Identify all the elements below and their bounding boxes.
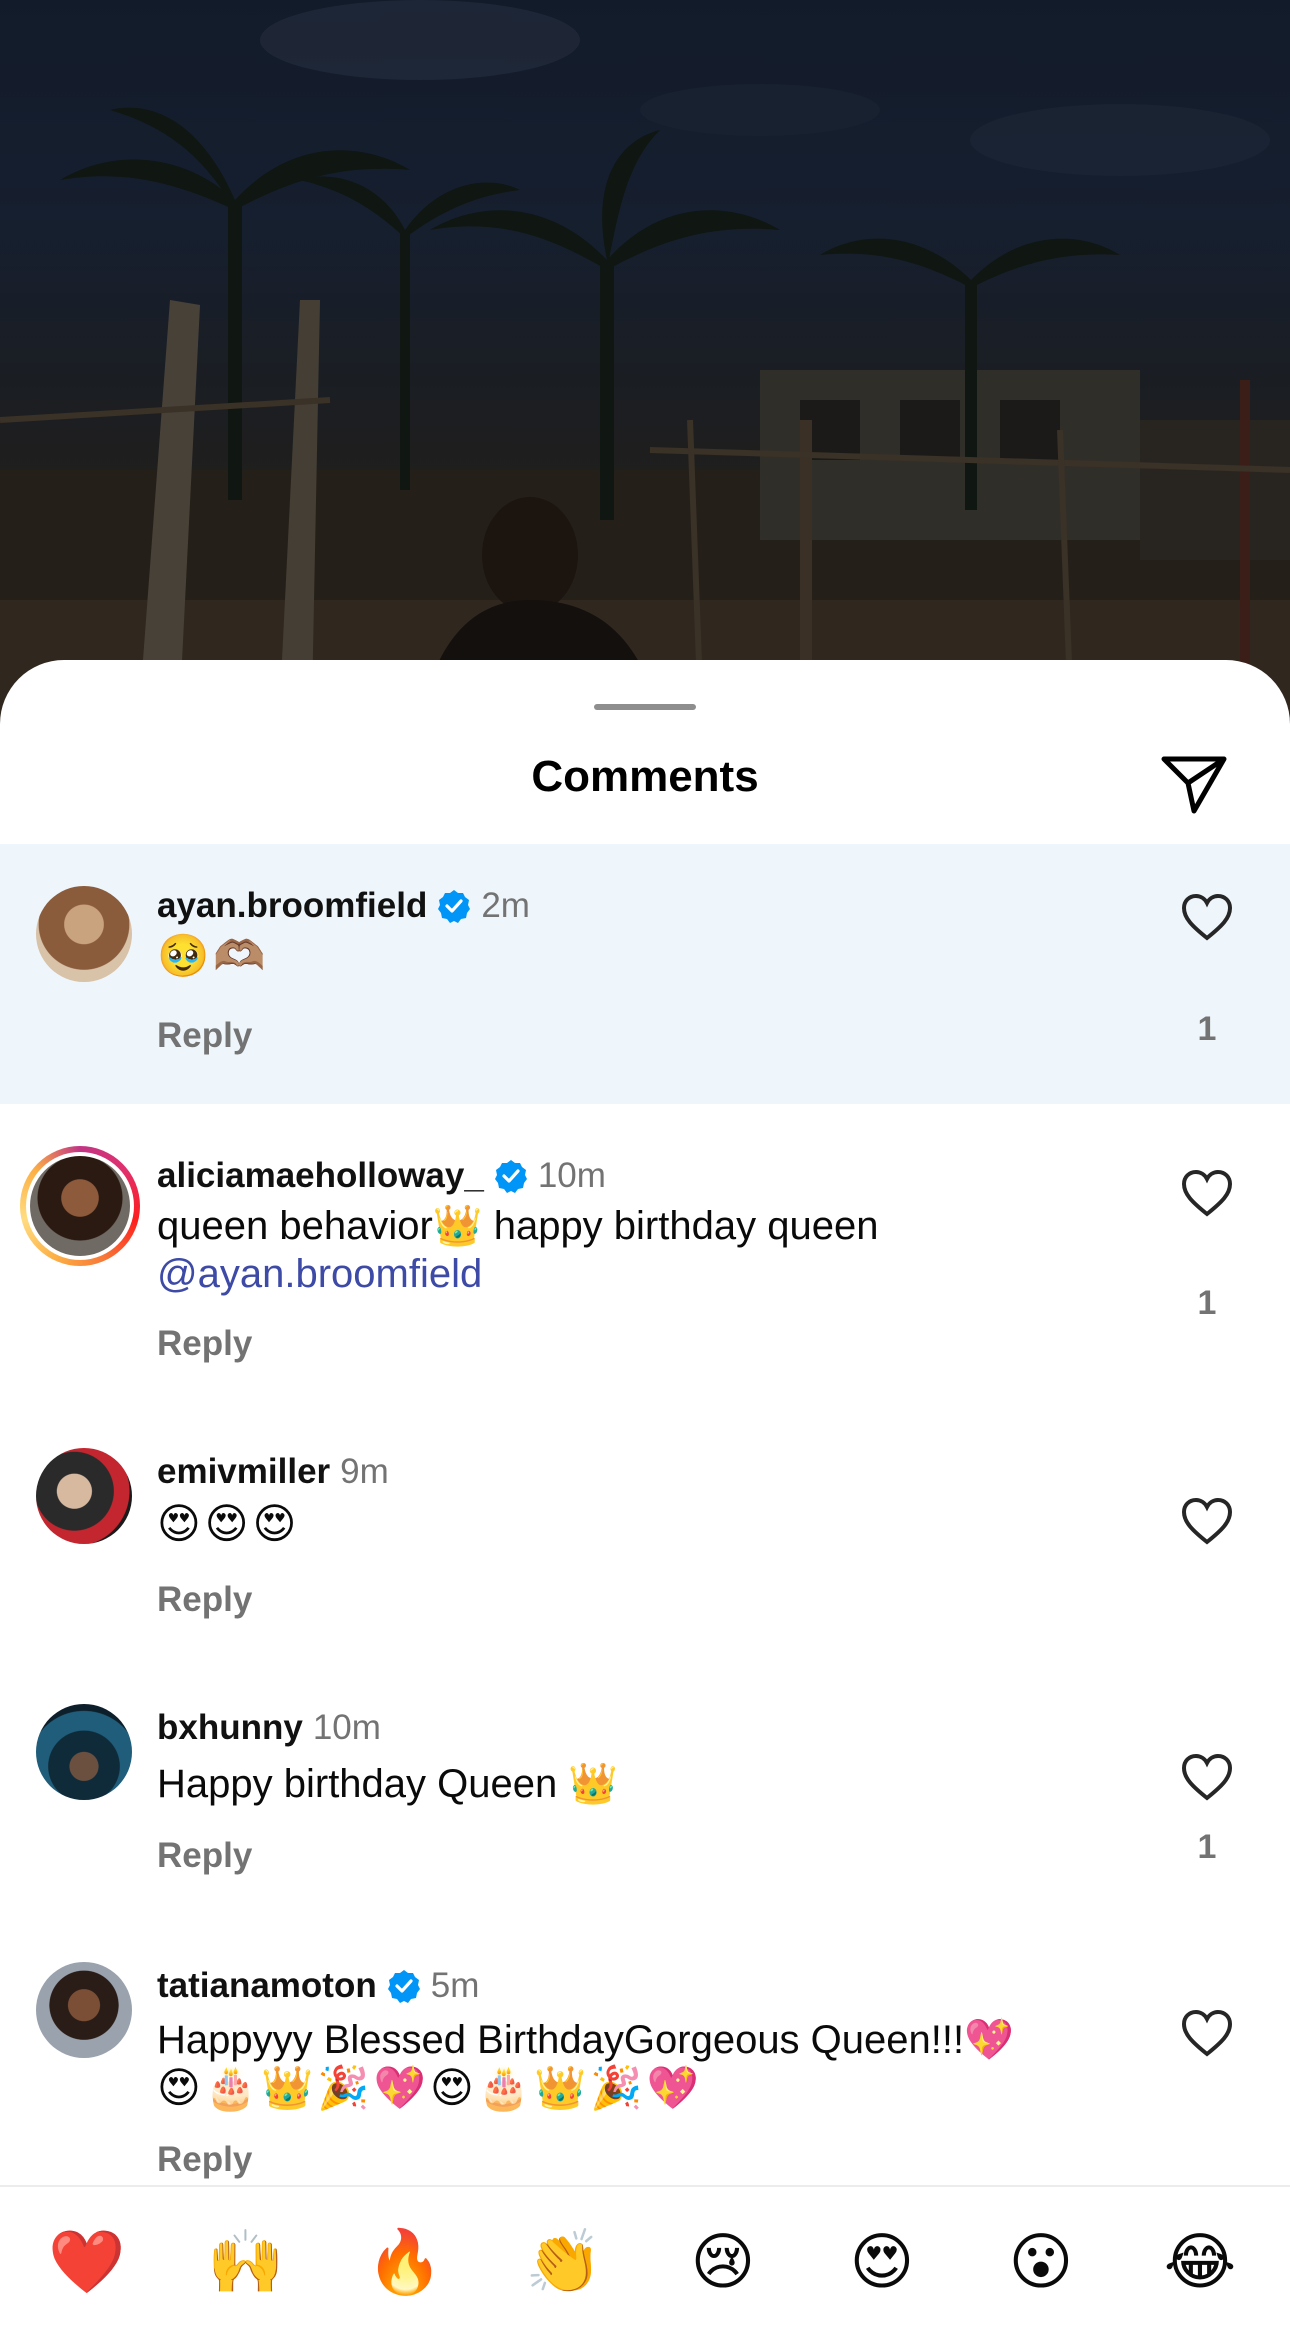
verified-badge-icon — [387, 1970, 420, 2003]
comments-sheet: Comments ayan.broomfield 2m 🥹🫶🏽 Reply 1 — [0, 660, 1290, 2337]
comment-time: 2m — [481, 886, 530, 925]
reply-button[interactable]: Reply — [157, 1580, 252, 1620]
sheet-grabber-handle[interactable] — [594, 704, 696, 710]
emoji-red-heart-button[interactable]: ❤️ — [42, 2217, 132, 2307]
reply-button[interactable]: Reply — [157, 1836, 252, 1876]
comment-text: Happyyy Blessed BirthdayGorgeous Queen!!… — [157, 2016, 1177, 2112]
reply-button[interactable]: Reply — [157, 1016, 252, 1056]
reply-button[interactable]: Reply — [157, 1324, 252, 1364]
comment-text-line: 😍🎂👑🎉💖😍🎂👑🎉💖 — [157, 2063, 703, 2112]
comment-username[interactable]: emivmiller — [157, 1450, 330, 1494]
comment-username[interactable]: bxhunny — [157, 1706, 303, 1750]
avatar[interactable] — [36, 886, 132, 982]
emoji-clapping-hands-button[interactable]: 👏 — [519, 2217, 609, 2307]
photo-dim-overlay — [0, 0, 1290, 720]
comment-time: 10m — [537, 1156, 606, 1195]
comment-text: Happy birthday Queen 👑 — [157, 1762, 619, 1806]
avatar[interactable] — [36, 1962, 132, 2058]
like-count: 1 — [1197, 1010, 1217, 1048]
comment-meta: aliciamaeholloway_ 10m — [157, 1154, 606, 1198]
comment-time: 9m — [340, 1452, 389, 1491]
comment-text: 😍😍😍 — [157, 1499, 301, 1548]
verified-badge-icon — [494, 1160, 527, 1193]
heart-icon[interactable] — [1180, 1752, 1234, 1802]
comment-meta: bxhunny 10m — [157, 1706, 381, 1750]
emoji-surprised-face-button[interactable]: 😮 — [996, 2217, 1086, 2307]
heart-icon[interactable] — [1180, 2008, 1234, 2058]
story-ring[interactable] — [20, 1146, 140, 1266]
comment-item: aliciamaeholloway_ 10m queen behavior👑 h… — [0, 1104, 1290, 1404]
comment-meta: ayan.broomfield 2m — [157, 884, 530, 928]
sheet-title: Comments — [531, 752, 759, 801]
avatar[interactable] — [30, 1156, 130, 1256]
comment-item: bxhunny 10m Happy birthday Queen 👑 Reply… — [0, 1660, 1290, 1916]
comment-username[interactable]: ayan.broomfield — [157, 884, 427, 928]
comment-time: 5m — [430, 1966, 480, 2005]
comment-text-line: queen behavior👑 happy birthday queen — [157, 1204, 879, 1248]
like-count: 1 — [1197, 1828, 1217, 1866]
verified-badge-icon — [438, 890, 471, 923]
comment-username[interactable]: aliciamaeholloway_ — [157, 1154, 484, 1198]
heart-icon[interactable] — [1180, 892, 1234, 942]
comment-time: 10m — [312, 1708, 381, 1747]
emoji-tears-of-joy-button[interactable]: 😂 — [1155, 2217, 1245, 2307]
comment-text: queen behavior👑 happy birthday queen @ay… — [157, 1202, 1137, 1298]
avatar[interactable] — [36, 1448, 132, 1544]
comment-item: emivmiller 9m 😍😍😍 Reply — [0, 1404, 1290, 1660]
heart-icon[interactable] — [1180, 1496, 1234, 1546]
emoji-heart-eyes-button[interactable]: 😍 — [837, 2217, 927, 2307]
comment-item: tatianamoton 5m Happyyy Blessed Birthday… — [0, 1916, 1290, 2196]
comment-item: ayan.broomfield 2m 🥹🫶🏽 Reply 1 — [0, 844, 1290, 1104]
comment-meta: emivmiller 9m — [157, 1450, 389, 1494]
emoji-fire-button[interactable]: 🔥 — [360, 2217, 450, 2307]
emoji-raised-hands-button[interactable]: 🙌 — [201, 2217, 291, 2307]
comment-text-line: Happyyy Blessed BirthdayGorgeous Queen!!… — [157, 2018, 1014, 2062]
reply-button[interactable]: Reply — [157, 2140, 252, 2180]
comment-text: 🥹🫶🏽 — [157, 931, 270, 980]
post-background-photo — [0, 0, 1290, 720]
heart-icon[interactable] — [1180, 1168, 1234, 1218]
comment-username[interactable]: tatianamoton — [157, 1964, 377, 2008]
avatar[interactable] — [36, 1704, 132, 1800]
share-button[interactable] — [1158, 748, 1230, 820]
mention-link[interactable]: @ayan.broomfield — [157, 1250, 1137, 1298]
quick-emoji-bar: ❤️ 🙌 🔥 👏 😢 😍 😮 😂 — [0, 2185, 1290, 2337]
like-count: 1 — [1197, 1284, 1217, 1322]
emoji-crying-face-button[interactable]: 😢 — [678, 2217, 768, 2307]
comment-meta: tatianamoton 5m — [157, 1964, 479, 2008]
paper-plane-icon — [1161, 756, 1227, 814]
